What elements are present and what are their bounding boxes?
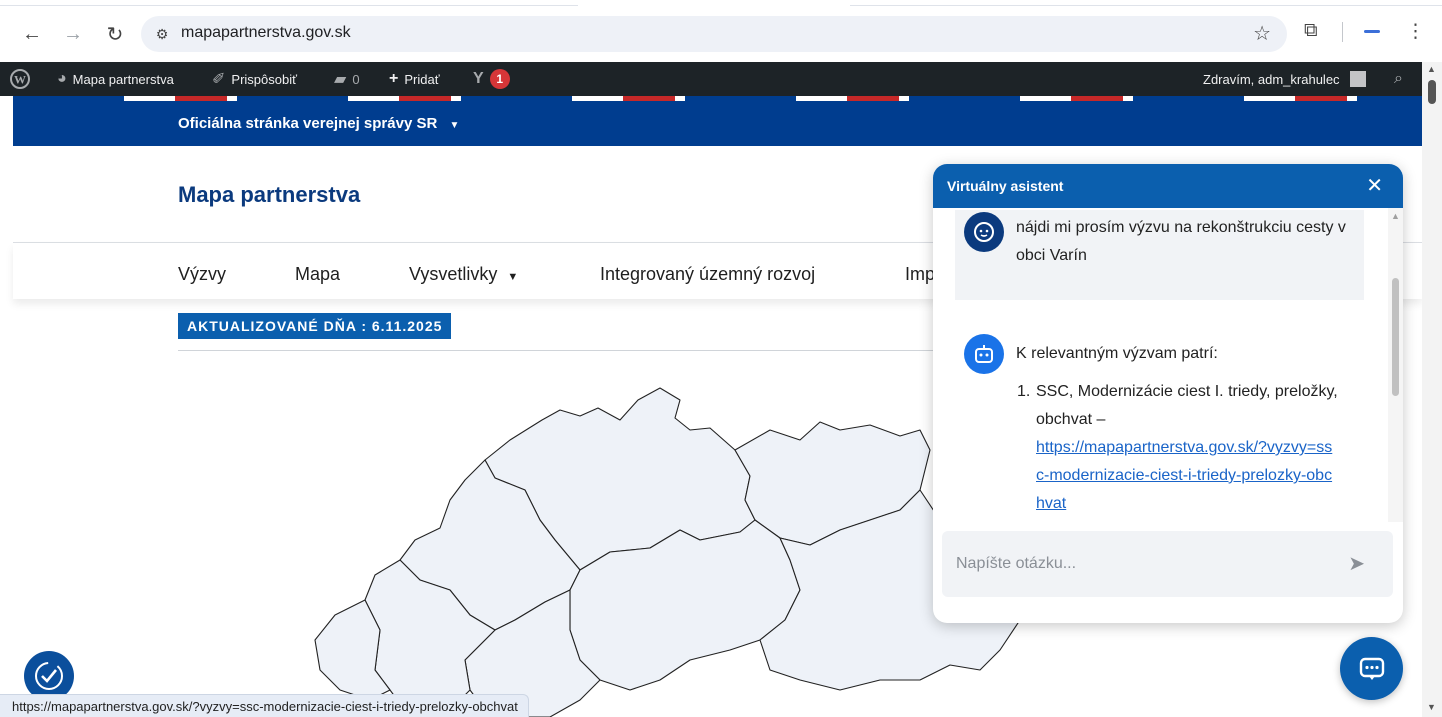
close-button[interactable]: ✕ [1366, 173, 1383, 198]
yoast-icon: Y [473, 70, 484, 87]
arrow-right-icon: → [63, 22, 83, 45]
chat-messages[interactable]: nájdi mi prosím výzvu na rekonštrukciu c… [933, 208, 1403, 522]
admin-search-button[interactable]: ⌕ [1394, 62, 1403, 96]
wordpress-icon: W [10, 69, 30, 89]
face-icon [974, 222, 994, 242]
kebab-menu-icon[interactable]: ⋮ [1406, 20, 1425, 43]
bot-message-intro: K relevantným výzvam patrí: [1016, 345, 1218, 362]
nav-item-iur[interactable]: Integrovaný územný rozvoj [600, 264, 815, 285]
customize-label: Prispôsobiť [231, 71, 297, 87]
page-scrollbar-thumb[interactable] [1428, 80, 1436, 104]
status-bar-url: https://mapapartnerstva.gov.sk/?vyzvy=ss… [0, 694, 529, 717]
chat-bubble-icon [1359, 657, 1384, 680]
tab-strip-edge [0, 0, 578, 6]
chat-input-area: ➤ [942, 531, 1393, 597]
add-new-label: Pridať [404, 71, 440, 87]
gov-banner-title: Oficiálna stránka verejnej správy SR [178, 115, 438, 132]
gov-banner-toggle[interactable]: Oficiálna stránka verejnej správy SR ▼ [178, 115, 459, 132]
avatar [1349, 71, 1366, 87]
user-message-text: nájdi mi prosím výzvu na rekonštrukciu c… [1016, 219, 1346, 264]
site-info-icon[interactable]: ⚙ [151, 23, 173, 45]
arrow-left-icon: ← [22, 22, 42, 45]
brush-icon: ✐ [212, 71, 226, 88]
robot-icon [975, 345, 993, 363]
nav-item-mapa[interactable]: Mapa [295, 264, 340, 285]
gov-banner: Oficiálna stránka verejnej správy SR ▼ [13, 96, 1422, 146]
browser-toolbar: ← → ↻ ⚙ mapapartnerstva.gov.sk ☆ ⧉ ⋮ [0, 0, 1442, 62]
virtual-assistant-panel: Virtuálny asistent ✕ nájdi mi prosím výz… [933, 164, 1403, 623]
profile-icon[interactable] [1364, 30, 1380, 33]
customize-menu[interactable]: ✐ Prispôsobiť [212, 62, 297, 96]
question-input[interactable] [956, 551, 1336, 577]
comment-icon: ▰ [334, 71, 347, 88]
toolbar-separator [1342, 22, 1343, 42]
nav-item-imp[interactable]: Imp [905, 264, 935, 285]
nav-item-vysvetlivky[interactable]: Vysvetlivky ▼ [409, 264, 518, 285]
bot-list-item: SSC, Modernizácie ciest I. triedy, prelo… [1036, 378, 1366, 518]
scroll-up-arrow-icon[interactable]: ▲ [1427, 64, 1436, 74]
address-url[interactable]: mapapartnerstva.gov.sk [181, 24, 351, 42]
yoast-menu[interactable]: Y 1 [473, 62, 510, 96]
chat-header: Virtuálny asistent ✕ [933, 164, 1403, 208]
wp-admin-bar: W ◕ Mapa partnerstva ✐ Prispôsobiť ▰ 0 +… [0, 62, 1422, 96]
forward-button[interactable]: → [59, 20, 87, 48]
search-icon: ⌕ [1394, 70, 1403, 87]
user-avatar-icon [964, 212, 1004, 252]
updated-badge: AKTUALIZOVANÉ DŇA : 6.11.2025 [178, 313, 452, 339]
scroll-down-arrow-icon[interactable]: ▼ [1427, 702, 1436, 712]
chat-scrollbar[interactable]: ▲ [1388, 208, 1403, 522]
tab-strip-edge [850, 0, 1442, 6]
slovakia-regions-map[interactable] [280, 380, 1040, 717]
site-title[interactable]: Mapa partnerstva [178, 182, 360, 208]
reload-icon: ↻ [106, 23, 124, 46]
result-link[interactable]: https://mapapartnerstva.gov.sk/?vyzvy=ss… [1036, 434, 1336, 518]
send-icon: ➤ [1348, 553, 1365, 575]
content-divider [178, 350, 938, 351]
plus-icon: + [389, 70, 399, 87]
user-message: nájdi mi prosím výzvu na rekonštrukciu c… [955, 210, 1364, 300]
my-account-menu[interactable]: Zdravím, adm_krahulec [1203, 62, 1366, 96]
chevron-down-icon: ▼ [507, 271, 519, 283]
new-content-menu[interactable]: + Pridať [389, 62, 440, 96]
chat-toggle-button[interactable] [1340, 637, 1403, 700]
send-button[interactable]: ➤ [1348, 551, 1365, 576]
bookmark-star-icon[interactable]: ☆ [1253, 21, 1271, 46]
extensions-icon[interactable]: ⧉ [1304, 20, 1318, 42]
nav-item-label: Vysvetlivky [409, 264, 498, 284]
reload-button[interactable]: ↻ [101, 20, 129, 48]
comments-menu[interactable]: ▰ 0 [334, 62, 360, 96]
page-scrollbar[interactable]: ▲ ▼ [1422, 62, 1442, 717]
bot-avatar-icon [964, 334, 1004, 374]
comments-count: 0 [352, 71, 360, 87]
nav-item-vyzvy[interactable]: Výzvy [178, 264, 226, 285]
chat-title: Virtuálny asistent [947, 178, 1064, 194]
site-name-label: Mapa partnerstva [72, 71, 174, 87]
site-name-menu[interactable]: ◕ Mapa partnerstva [57, 62, 174, 96]
bot-list-number: 1. [1017, 383, 1031, 400]
scroll-up-arrow-icon[interactable]: ▲ [1391, 211, 1400, 221]
greeting-label: Zdravím, adm_krahulec [1203, 71, 1340, 87]
svg-text:W: W [14, 73, 26, 87]
accessibility-icon [35, 662, 63, 690]
updates-badge: 1 [489, 69, 510, 89]
chat-scrollbar-thumb[interactable] [1392, 278, 1399, 396]
bot-list-item-text: SSC, Modernizácie ciest I. triedy, prelo… [1036, 383, 1338, 428]
back-button[interactable]: ← [18, 20, 46, 48]
address-bar[interactable]: ⚙ mapapartnerstva.gov.sk ☆ [141, 16, 1287, 52]
wordpress-logo-button[interactable]: W [10, 62, 30, 96]
dashboard-icon: ◕ [57, 70, 67, 87]
flag-stripes [13, 96, 1422, 101]
chevron-down-icon: ▼ [449, 120, 460, 131]
